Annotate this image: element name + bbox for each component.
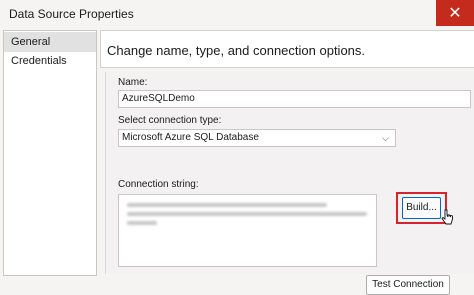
connection-type-label: Select connection type: — [118, 115, 222, 126]
connection-type-value: Microsoft Azure SQL Database — [122, 132, 259, 143]
hand-cursor-icon — [441, 209, 453, 225]
test-connection-button[interactable]: Test Connection — [366, 275, 450, 295]
sidebar-item-general[interactable]: General — [4, 32, 96, 52]
main-content: Change name, type, and connection option… — [100, 30, 474, 295]
page-title: Change name, type, and connection option… — [107, 43, 366, 58]
connection-string-field[interactable] — [118, 194, 377, 267]
title-bar: Data Source Properties ✕ — [0, 0, 474, 26]
name-label: Name: — [118, 77, 148, 88]
sidebar: General Credentials — [3, 30, 97, 276]
name-field[interactable]: AzureSQLDemo — [118, 90, 471, 108]
blurred-connection-text — [127, 203, 327, 207]
connection-type-select[interactable]: Microsoft Azure SQL Database ⌵ — [118, 129, 396, 147]
sidebar-item-credentials[interactable]: Credentials — [4, 51, 96, 71]
connection-string-label: Connection string: — [118, 179, 199, 190]
blurred-connection-text — [127, 212, 367, 216]
page-header: Change name, type, and connection option… — [100, 30, 474, 68]
close-icon[interactable]: ✕ — [436, 0, 474, 26]
build-button[interactable]: Build... — [402, 197, 441, 219]
name-value: AzureSQLDemo — [122, 93, 195, 104]
window-title: Data Source Properties — [9, 7, 134, 21]
blurred-connection-text — [127, 221, 157, 225]
options-panel: Name: AzureSQLDemo Select connection typ… — [105, 72, 474, 295]
dialog-body: General Credentials Change name, type, a… — [0, 26, 474, 295]
chevron-down-icon: ⌵ — [382, 133, 389, 143]
